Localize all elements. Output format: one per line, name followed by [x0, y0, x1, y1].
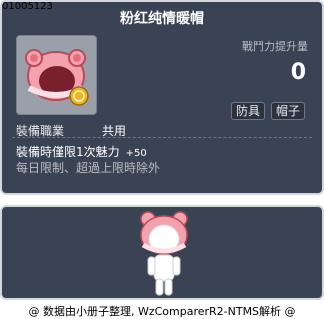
- pink-bear-hat-icon: [25, 49, 89, 106]
- gold-coin-icon: [69, 86, 89, 106]
- bonus-line: 裝備時僅限1次魅力 +50: [16, 143, 147, 160]
- character-preview-panel: [0, 205, 324, 300]
- item-tooltip: 粉红纯情暖帽 戰鬥力提升量 0 防具 帽子 裝備職業 共用 裝備時僅限1次魅力 +…: [0, 0, 324, 195]
- attack-increase-value: 0: [290, 60, 306, 85]
- attack-increase-label: 戰鬥力提升量: [242, 40, 308, 53]
- footer-credit: @ 数据由小册子整理, WzComparerR2-NTMS解析 @: [28, 305, 296, 318]
- bonus-value: +50: [125, 148, 147, 159]
- character-preview: [140, 211, 188, 296]
- divider: [12, 137, 312, 138]
- tag-hat: 帽子: [271, 102, 306, 120]
- item-id: 01005123: [2, 1, 53, 12]
- tag-armor: 防具: [231, 102, 266, 120]
- limit-text: 每日限制、超過上限時除外: [16, 161, 161, 175]
- item-icon-frame: [16, 35, 97, 115]
- bonus-label: 裝備時僅限1次魅力: [16, 145, 120, 159]
